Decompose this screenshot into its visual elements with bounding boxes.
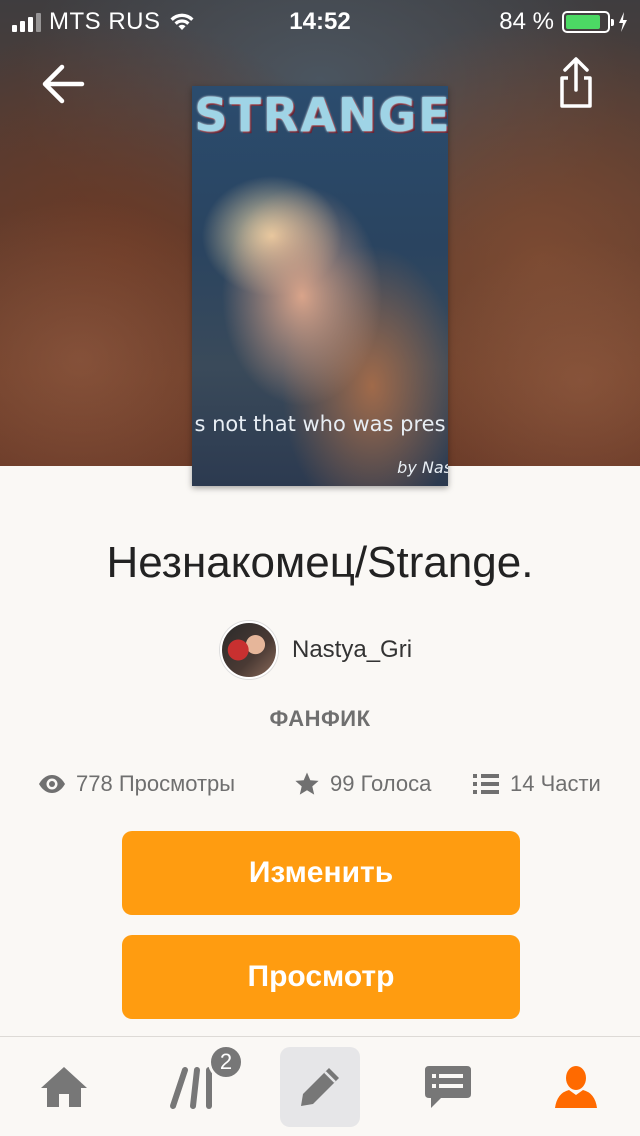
story-category: ФАНФИК xyxy=(269,706,371,731)
eye-icon xyxy=(39,775,65,793)
cover-title: STRANGE xyxy=(194,88,448,142)
battery-percent: 84 % xyxy=(499,8,554,35)
views-label: 778 Просмотры xyxy=(76,771,236,796)
share-button[interactable] xyxy=(554,56,598,110)
battery-icon xyxy=(562,11,614,33)
charging-icon xyxy=(619,12,627,32)
author-row[interactable]: Nastya_Gri xyxy=(220,620,412,680)
story-stats: 778 Просмотры 99 Голоса 14 Части xyxy=(0,764,640,804)
author-avatar[interactable] xyxy=(220,621,278,679)
story-details-screen: MTS RUS 14:52 84 % STRANGE s not that wh… xyxy=(0,0,640,1136)
cover-subtitle: s not that who was pres xyxy=(194,412,446,436)
star-icon xyxy=(295,772,319,795)
story-title: Незнакомец/Strange. xyxy=(106,538,534,587)
view-button[interactable]: Просмотр xyxy=(122,935,520,1019)
list-icon xyxy=(473,774,499,794)
tab-home[interactable] xyxy=(24,1047,104,1127)
back-button[interactable] xyxy=(38,62,90,106)
author-name[interactable]: Nastya_Gri xyxy=(292,636,412,664)
book-cover[interactable]: STRANGE s not that who was pres by Nas xyxy=(192,86,448,486)
votes-label: 99 Голоса xyxy=(330,771,432,796)
stat-views: 778 Просмотры xyxy=(38,764,235,804)
messages-icon xyxy=(425,1066,471,1108)
share-icon xyxy=(560,57,592,108)
stat-votes: 99 Голоса xyxy=(294,764,431,804)
bottom-tab-bar xyxy=(0,1036,640,1136)
home-icon xyxy=(41,1067,87,1107)
profile-icon xyxy=(555,1066,597,1108)
tab-profile[interactable] xyxy=(536,1047,616,1127)
tab-write[interactable] xyxy=(280,1047,360,1127)
status-right: 84 % xyxy=(499,8,628,36)
parts-label: 14 Части xyxy=(510,771,601,796)
cover-byline: by Nas xyxy=(397,458,448,477)
arrow-left-icon xyxy=(42,64,85,104)
stat-parts: 14 Части xyxy=(472,764,601,804)
pencil-icon xyxy=(301,1068,339,1106)
status-bar: MTS RUS 14:52 84 % xyxy=(0,0,640,40)
tab-messages[interactable] xyxy=(408,1047,488,1127)
battery-fill xyxy=(566,15,600,29)
edit-button[interactable]: Изменить xyxy=(122,831,520,915)
library-badge: 2 xyxy=(208,1044,244,1080)
